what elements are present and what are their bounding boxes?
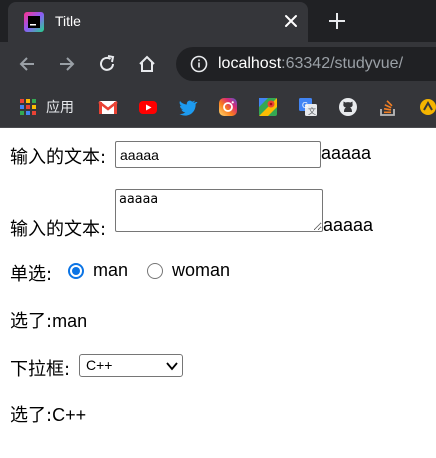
bookmark-extra-icon[interactable] (418, 97, 436, 117)
svg-text:文: 文 (308, 106, 316, 116)
textarea-echo-row: aaaaa (323, 215, 373, 236)
select-row: 下拉框: (10, 355, 70, 381)
info-icon[interactable] (190, 55, 208, 73)
jetbrains-icon (24, 12, 44, 32)
forward-icon[interactable] (56, 53, 78, 75)
textarea-label: 输入的文本: (10, 219, 107, 240)
close-icon[interactable] (282, 12, 300, 30)
reload-icon[interactable] (96, 53, 118, 75)
text-input[interactable] (115, 141, 321, 168)
browser-tab-strip: Title (0, 0, 436, 42)
home-icon[interactable] (136, 53, 158, 75)
radio-result-row: 选了:man (10, 307, 87, 333)
new-tab-icon[interactable] (327, 11, 347, 31)
github-icon[interactable] (338, 97, 358, 117)
textarea-row: 输入的文本: (10, 215, 106, 241)
youtube-icon[interactable] (138, 97, 158, 117)
apps-bookmark-label[interactable]: 应用 (46, 97, 74, 117)
chevron-down-icon (166, 362, 178, 371)
select-label: 下拉框: (10, 359, 71, 380)
radio-woman-label[interactable]: woman (172, 260, 230, 281)
url-text: localhost:63342/studyvue/ (218, 55, 403, 73)
language-select[interactable]: C++ (79, 354, 183, 377)
textarea-echo: aaaaa (323, 215, 374, 235)
radio-man-label[interactable]: man (93, 260, 128, 281)
radio-result-prefix: 选了: (10, 311, 53, 332)
stackoverflow-icon[interactable] (378, 97, 398, 117)
gmail-icon[interactable] (98, 97, 118, 117)
browser-toolbar: localhost:63342/studyvue/ (0, 42, 436, 86)
url-path: :63342/studyvue/ (281, 55, 404, 72)
select-value: C++ (86, 357, 113, 373)
url-host: localhost (218, 55, 282, 72)
page-content: 输入的文本: aaaaa 输入的文本: aaaaa aaaaa 单选: man … (0, 129, 436, 458)
translate-icon[interactable]: G 文 (298, 97, 318, 117)
text-input-echo: aaaaa (321, 143, 372, 163)
select-result-row: 选了:C++ (10, 401, 86, 427)
select-result-value: C++ (52, 405, 87, 425)
text-input-echo-row: aaaaa (321, 143, 371, 164)
radio-woman[interactable] (147, 263, 163, 279)
instagram-icon[interactable] (218, 97, 238, 117)
bookmarks-bar: 应用 G 文 (0, 86, 436, 128)
back-icon[interactable] (16, 53, 38, 75)
radio-result-value: man (52, 311, 88, 331)
text-input-row: 输入的文本: (10, 143, 106, 169)
textarea-input[interactable]: aaaaa (115, 189, 323, 232)
radio-group-label: 单选: (10, 264, 53, 285)
text-input-label: 输入的文本: (10, 147, 107, 168)
radio-man[interactable] (68, 263, 84, 279)
maps-icon[interactable] (258, 97, 278, 117)
apps-grid-icon[interactable] (18, 97, 38, 117)
twitter-icon[interactable] (178, 97, 198, 117)
address-bar[interactable]: localhost:63342/studyvue/ (176, 47, 436, 81)
tab-title: Title (55, 13, 81, 29)
browser-tab[interactable]: Title (8, 2, 308, 42)
select-result-prefix: 选了: (10, 405, 53, 426)
radio-row: 单选: (10, 260, 52, 286)
